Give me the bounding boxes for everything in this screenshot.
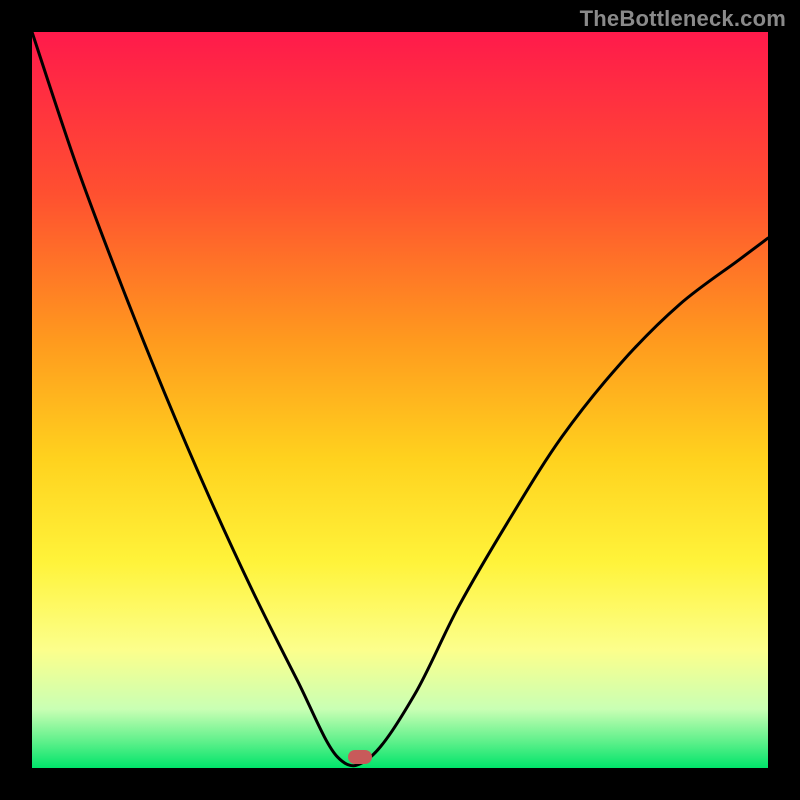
bottleneck-curve bbox=[32, 32, 768, 768]
result-marker bbox=[348, 750, 372, 764]
watermark-text: TheBottleneck.com bbox=[580, 6, 786, 32]
chart-frame: TheBottleneck.com bbox=[0, 0, 800, 800]
